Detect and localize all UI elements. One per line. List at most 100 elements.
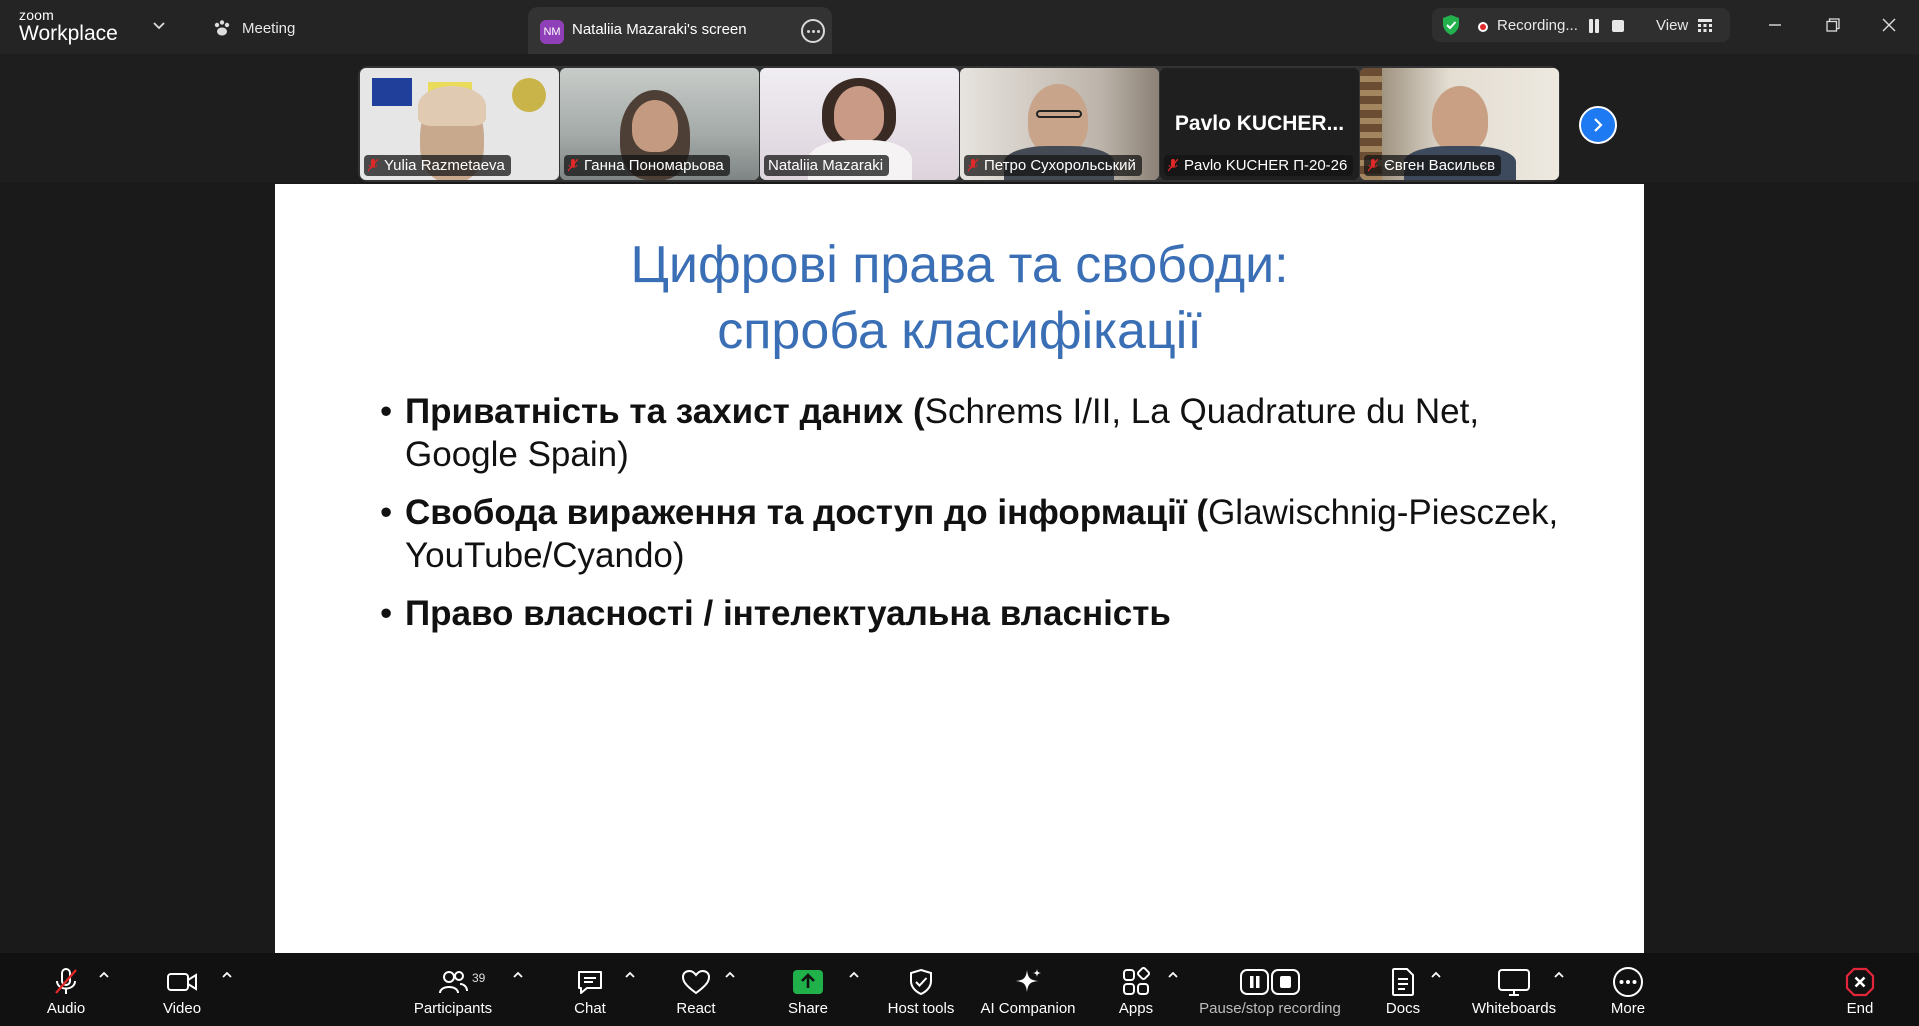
paw-icon (214, 20, 230, 36)
video-tile-no-video[interactable]: Pavlo KUCHER... Pavlo KUCHER П-20-26 (1160, 68, 1359, 180)
audio-label: Audio (46, 1000, 86, 1017)
video-tile-participant[interactable]: Ганна Пономарьова (560, 68, 759, 180)
sparkle-icon (1016, 969, 1041, 992)
host-tools-button[interactable]: Host tools (876, 953, 966, 1026)
bullet-bold-text: Право власності / інтелектуальна власніс… (405, 594, 1171, 633)
more-options-icon[interactable] (801, 19, 825, 43)
bullet-bold-text: Приватність та захист даних ( (405, 392, 925, 431)
chat-label: Chat (574, 1000, 606, 1017)
mic-muted-icon (568, 159, 578, 172)
pause-recording-icon[interactable] (1588, 19, 1600, 33)
zoom-workplace-logo: zoom Workplace (19, 8, 118, 44)
eu-flag-logo (372, 78, 412, 106)
video-tile-participant[interactable]: Yulia Razmetaeva (360, 68, 559, 180)
recording-status: Recording... (1497, 17, 1578, 34)
ai-companion-label: AI Companion (980, 1000, 1076, 1017)
camera-icon (167, 973, 197, 991)
slide-bullet: Право власності / інтелектуальна власніс… (380, 592, 1580, 635)
mic-muted-icon (968, 159, 978, 172)
participants-button[interactable]: Participants (408, 953, 498, 1026)
audio-button[interactable]: Audio (36, 953, 96, 1026)
chevron-up-icon[interactable] (624, 969, 636, 981)
participant-face (1028, 84, 1088, 154)
participant-name-tag: Петро Сухорольський (964, 155, 1142, 176)
video-tile-active-speaker[interactable]: Nataliia Mazaraki (760, 68, 959, 180)
apps-icon (1123, 967, 1151, 995)
participants-count: 39 (472, 971, 486, 985)
close-icon[interactable] (1874, 10, 1904, 40)
participant-face (834, 86, 884, 142)
pause-stop-recording-label: Pause/stop recording (1199, 1000, 1341, 1017)
participant-name-tag: Ганна Пономарьова (564, 155, 730, 176)
slide-bullet: Свобода вираження та доступ до інформаці… (380, 491, 1580, 577)
pause-stop-recording-button[interactable]: Pause/stop recording (1192, 953, 1348, 1026)
slide-title-line1: Цифрові права та свободи: (630, 236, 1289, 294)
chevron-up-icon[interactable] (1553, 969, 1565, 981)
docs-button[interactable]: Docs (1373, 953, 1433, 1026)
docs-label: Docs (1385, 1000, 1421, 1017)
seal-logo (512, 78, 546, 112)
chevron-right-icon (1594, 118, 1603, 132)
tab-shared-screen-label: Nataliia Mazaraki's screen (572, 21, 747, 38)
end-meeting-button[interactable]: End (1830, 953, 1890, 1026)
shield-icon (910, 968, 932, 996)
whiteboards-button[interactable]: Whiteboards (1462, 953, 1566, 1026)
share-button[interactable]: Share (778, 953, 838, 1026)
next-page-button[interactable] (1579, 106, 1617, 144)
more-button[interactable]: More (1598, 953, 1658, 1026)
participants-icon (439, 971, 468, 994)
chat-button[interactable]: Chat (560, 953, 620, 1026)
recording-status-bar: Recording... View (1432, 8, 1730, 42)
whiteboards-label: Whiteboards (1471, 1000, 1557, 1017)
react-label: React (676, 1000, 716, 1017)
mic-muted-icon (1368, 159, 1378, 172)
share-label: Share (787, 1000, 829, 1017)
chevron-up-icon[interactable] (1167, 969, 1179, 981)
chevron-up-icon[interactable] (848, 969, 860, 981)
chat-icon (578, 971, 602, 994)
restore-icon[interactable] (1818, 10, 1848, 40)
video-tile-participant[interactable]: Петро Сухорольський (960, 68, 1159, 180)
minimize-icon[interactable] (1760, 10, 1790, 40)
react-button[interactable]: React (666, 953, 726, 1026)
tab-meeting[interactable]: Meeting (212, 14, 295, 42)
video-tile-participant[interactable]: Євген Васильєв (1360, 68, 1559, 180)
meeting-toolbar: Audio Video Participants 39 Chat React S… (0, 953, 1919, 1026)
stop-recording-icon[interactable] (1612, 20, 1624, 32)
participant-name-tag: Yulia Razmetaeva (364, 155, 511, 176)
tab-shared-screen[interactable]: NM Nataliia Mazaraki's screen (528, 7, 832, 54)
grid-view-icon[interactable] (1698, 19, 1712, 32)
pause-stop-recording-icon (1240, 969, 1300, 995)
chevron-up-icon[interactable] (98, 969, 110, 981)
video-strip: Yulia Razmetaeva Ганна Пономарьова Natal… (358, 66, 1560, 182)
brand-small: zoom (19, 7, 55, 23)
host-tools-label: Host tools (887, 1000, 955, 1017)
chevron-up-icon[interactable] (1430, 969, 1442, 981)
title-bar: zoom Workplace Meeting NM Nataliia Mazar… (0, 0, 1919, 54)
glasses (1036, 110, 1082, 118)
avatar: NM (540, 20, 564, 44)
view-button[interactable]: View (1656, 17, 1688, 34)
video-button[interactable]: Video (152, 953, 212, 1026)
apps-button[interactable]: Apps (1106, 953, 1166, 1026)
video-label: Video (162, 1000, 202, 1017)
whiteboard-icon (1498, 969, 1530, 996)
shield-check-icon[interactable] (1440, 14, 1462, 36)
slide-bullet: Приватність та захист даних (Schrems I/I… (380, 390, 1580, 476)
end-label: End (1846, 1000, 1874, 1017)
more-label: More (1610, 1000, 1646, 1017)
presentation-slide: Цифрові права та свободи: спроба класифі… (275, 184, 1644, 953)
end-icon (1845, 967, 1875, 997)
brand-large: Workplace (19, 22, 118, 45)
mic-muted-icon (368, 159, 378, 172)
participant-name-tag: Євген Васильєв (1364, 155, 1502, 176)
chevron-up-icon[interactable] (724, 969, 736, 981)
participant-face (632, 100, 678, 152)
chevron-down-icon[interactable] (152, 18, 166, 32)
participant-name-tag: Nataliia Mazaraki (764, 155, 890, 176)
apps-label: Apps (1118, 1000, 1154, 1017)
ai-companion-button[interactable]: AI Companion (973, 953, 1083, 1026)
share-screen-icon (793, 970, 823, 994)
chevron-up-icon[interactable] (512, 969, 524, 981)
chevron-up-icon[interactable] (221, 969, 233, 981)
